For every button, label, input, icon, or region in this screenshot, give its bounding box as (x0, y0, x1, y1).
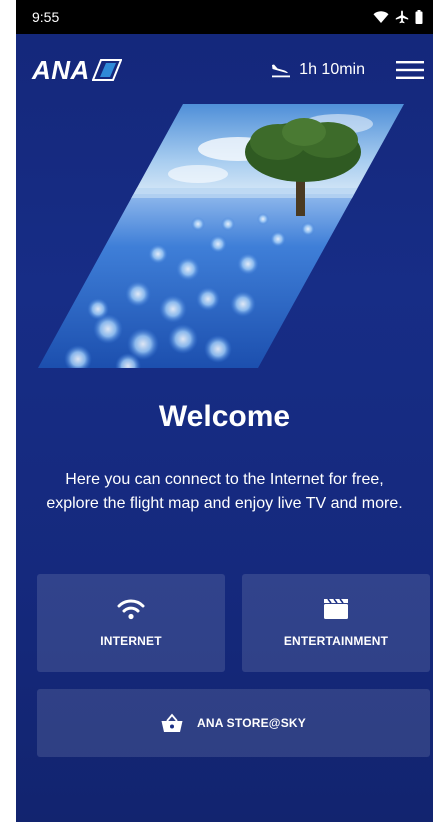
landing-plane-icon (272, 64, 291, 78)
welcome-description: Here you can connect to the Internet for… (46, 471, 403, 512)
status-bar: 9:55 (16, 0, 433, 34)
status-icons (373, 10, 423, 24)
wifi-icon (373, 11, 389, 23)
logo-text: ANA (32, 54, 90, 85)
ana-logo: ANA (32, 55, 122, 86)
shopping-basket-icon (161, 713, 183, 732)
airplane-icon (395, 10, 409, 24)
app-screen: 9:55 ANA 1h 10min Welcome Here you can c… (16, 0, 433, 822)
entertainment-label: ENTERTAINMENT (283, 634, 389, 648)
header-right: 1h 10min (271, 53, 427, 87)
internet-button[interactable]: INTERNET (37, 574, 225, 672)
ana-store-button[interactable]: ANA STORE@SKY (37, 689, 430, 757)
flight-time: 1h 10min (271, 61, 365, 79)
welcome-title: Welcome (158, 400, 291, 433)
ana-store-label: ANA STORE@SKY (197, 716, 306, 730)
clapperboard-icon (324, 598, 348, 619)
hero-image (38, 104, 404, 368)
internet-label: INTERNET (100, 634, 162, 648)
entertainment-button[interactable]: ENTERTAINMENT (242, 574, 430, 672)
app-header: ANA 1h 10min (16, 34, 433, 106)
status-time: 9:55 (32, 9, 60, 25)
wifi-icon (117, 599, 145, 620)
battery-icon (415, 10, 423, 24)
logo-stripes-icon (91, 59, 122, 81)
menu-button[interactable] (393, 53, 427, 87)
flight-remaining-time: 1h 10min (299, 61, 365, 78)
hamburger-menu-icon (396, 61, 424, 79)
